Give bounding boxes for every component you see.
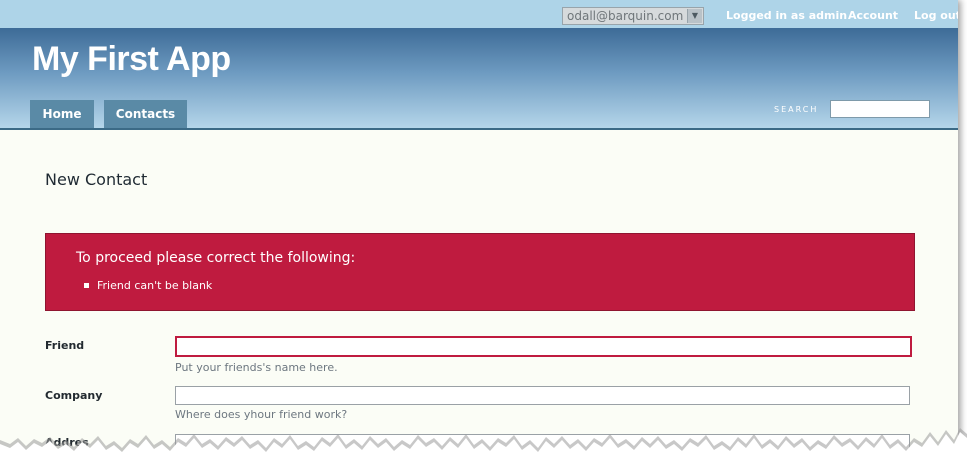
tab-home[interactable]: Home bbox=[30, 100, 94, 128]
app-header: My First App Home Contacts SEARCH bbox=[0, 28, 958, 130]
friend-hint: Put your friends's name here. bbox=[175, 361, 338, 374]
search-label: SEARCH bbox=[774, 105, 819, 114]
account-select[interactable]: odall@barquin.com ▼ bbox=[562, 7, 704, 25]
error-message-box: To proceed please correct the following:… bbox=[45, 233, 915, 311]
app-title[interactable]: My First App bbox=[32, 40, 231, 79]
error-list: Friend can't be blank bbox=[84, 279, 212, 293]
chevron-down-icon[interactable]: ▼ bbox=[687, 9, 702, 23]
error-heading: To proceed please correct the following: bbox=[76, 250, 356, 266]
bullet-icon bbox=[84, 282, 89, 288]
search-input[interactable] bbox=[830, 100, 930, 118]
error-item-text: Friend can't be blank bbox=[97, 279, 213, 292]
browser-page: odall@barquin.com ▼ Logged in as admin A… bbox=[0, 0, 958, 462]
torn-edge-decoration bbox=[0, 428, 967, 462]
account-link[interactable]: Account bbox=[848, 9, 898, 22]
tab-contacts[interactable]: Contacts bbox=[104, 100, 187, 128]
account-select-value: odall@barquin.com bbox=[567, 9, 684, 23]
error-item: Friend can't be blank bbox=[84, 279, 212, 293]
logged-in-status: Logged in as admin bbox=[726, 9, 848, 22]
friend-input[interactable] bbox=[175, 336, 912, 357]
company-label: Company bbox=[45, 389, 103, 402]
logout-link[interactable]: Log out bbox=[914, 9, 958, 22]
company-input[interactable] bbox=[175, 386, 910, 405]
page-title: New Contact bbox=[45, 170, 148, 189]
friend-label: Friend bbox=[45, 339, 85, 352]
top-bar: odall@barquin.com ▼ Logged in as admin A… bbox=[0, 0, 958, 28]
